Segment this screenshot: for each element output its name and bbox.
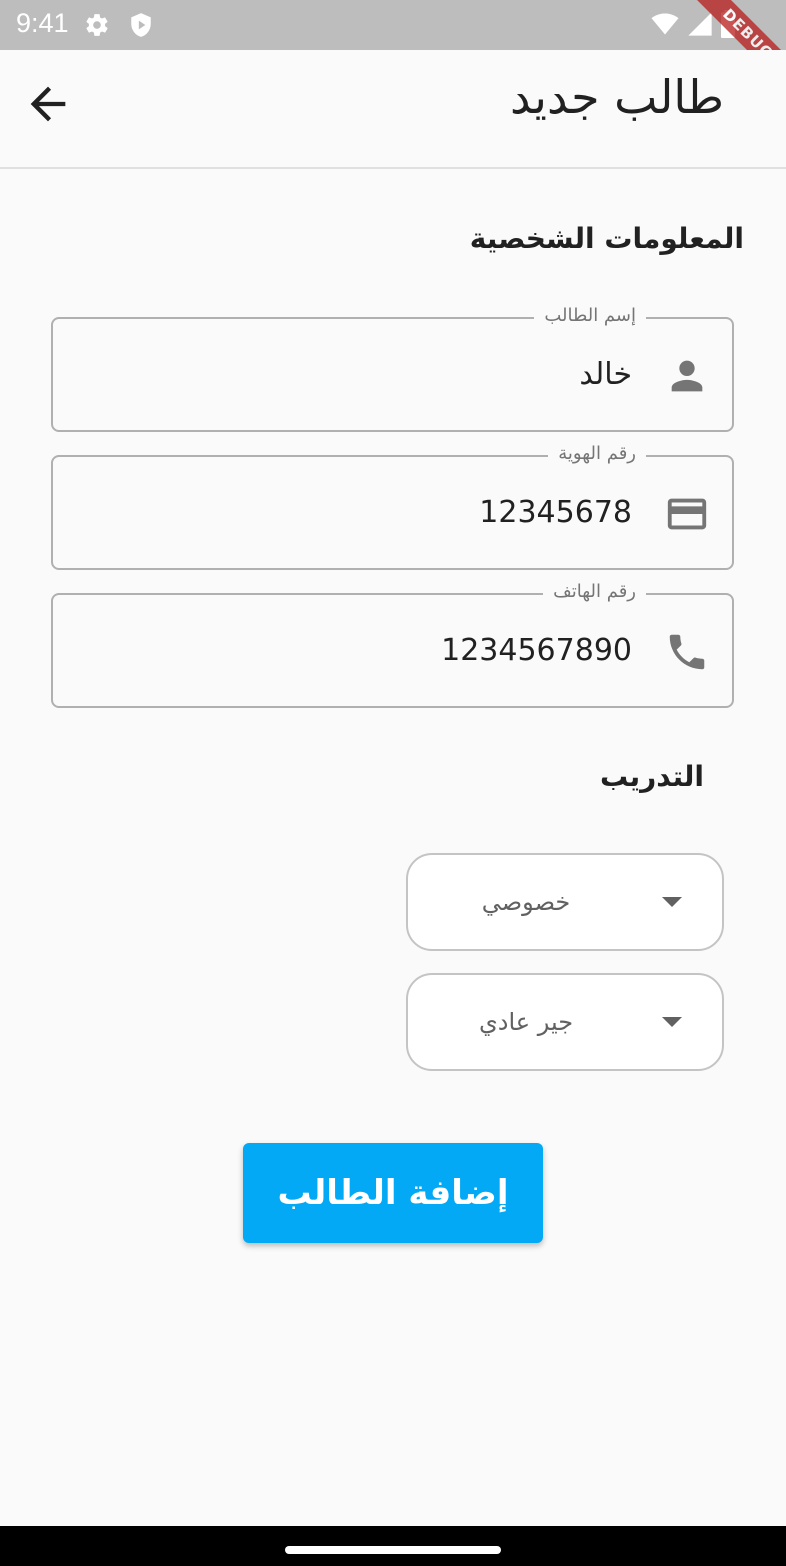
home-indicator[interactable] xyxy=(285,1546,501,1554)
id-number-value[interactable]: 12345678 xyxy=(479,495,632,531)
shield-play-icon xyxy=(128,12,154,38)
status-bar: 9:41 DEBUG xyxy=(0,0,786,100)
training-section-title: التدريب xyxy=(600,760,704,793)
settings-gear-icon xyxy=(84,12,110,38)
credit-card-icon xyxy=(664,491,710,537)
phone-number-field[interactable]: رقم الهاتف 1234567890 xyxy=(51,580,734,708)
id-number-field[interactable]: رقم الهوية 12345678 xyxy=(51,442,734,570)
add-student-button[interactable]: إضافة الطالب xyxy=(243,1143,543,1243)
training-type-value: خصوصي xyxy=(481,888,571,916)
student-name-value[interactable]: خالد xyxy=(579,357,632,393)
gear-type-dropdown[interactable]: جير عادي xyxy=(406,973,724,1071)
training-type-dropdown[interactable]: خصوصي xyxy=(406,853,724,951)
student-name-field[interactable]: إسم الطالب خالد xyxy=(51,304,734,432)
system-nav-bar xyxy=(0,1526,786,1566)
arrow-back-icon xyxy=(22,86,74,134)
back-button[interactable] xyxy=(22,78,74,130)
phone-number-value[interactable]: 1234567890 xyxy=(441,633,632,669)
student-name-label: إسم الطالب xyxy=(534,304,646,328)
page-title: طالب جديد xyxy=(510,70,724,124)
dropdown-arrow-icon xyxy=(662,897,682,907)
cell-signal-icon xyxy=(686,10,714,42)
person-icon xyxy=(664,353,710,399)
status-time: 9:41 xyxy=(16,8,69,38)
phone-icon xyxy=(664,629,710,675)
app-bar: طالب جديد xyxy=(0,50,786,169)
dropdown-arrow-icon xyxy=(662,1017,682,1027)
wifi-icon xyxy=(650,10,680,42)
phone-number-label: رقم الهاتف xyxy=(543,580,646,604)
personal-info-section-title: المعلومات الشخصية xyxy=(469,222,744,255)
gear-type-value: جير عادي xyxy=(478,1008,574,1036)
id-number-label: رقم الهوية xyxy=(548,442,646,466)
